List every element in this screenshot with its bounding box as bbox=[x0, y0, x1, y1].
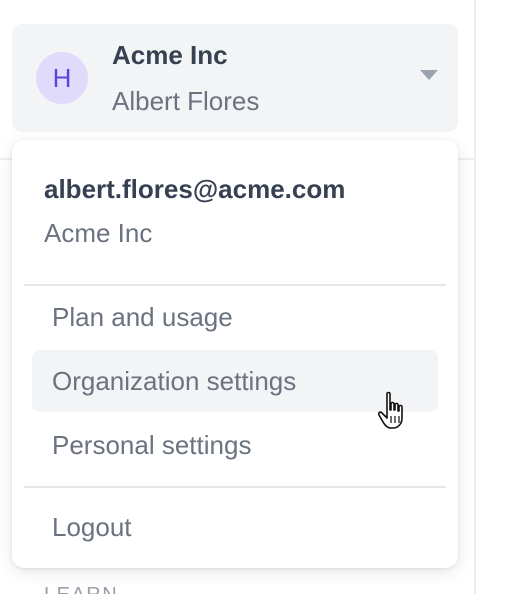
menu-divider bbox=[24, 486, 446, 488]
avatar: H bbox=[36, 52, 88, 104]
account-email: albert.flores@acme.com bbox=[44, 174, 346, 204]
org-name: Acme Inc bbox=[112, 40, 228, 70]
learn-section-label: LEARN bbox=[44, 584, 118, 594]
account-dropdown-menu: albert.flores@acme.com Acme Inc Plan and… bbox=[12, 140, 458, 568]
menu-item-logout[interactable]: Logout bbox=[32, 496, 438, 558]
org-switcher-button[interactable]: H Acme Inc Albert Flores bbox=[12, 24, 458, 132]
hand-pointer-cursor-icon bbox=[378, 391, 403, 429]
user-name: Albert Flores bbox=[112, 86, 260, 116]
menu-item-plan-and-usage[interactable]: Plan and usage bbox=[32, 286, 438, 348]
chevron-down-icon bbox=[420, 70, 438, 80]
account-org: Acme Inc bbox=[44, 218, 153, 248]
sidebar-right-border bbox=[474, 0, 476, 594]
